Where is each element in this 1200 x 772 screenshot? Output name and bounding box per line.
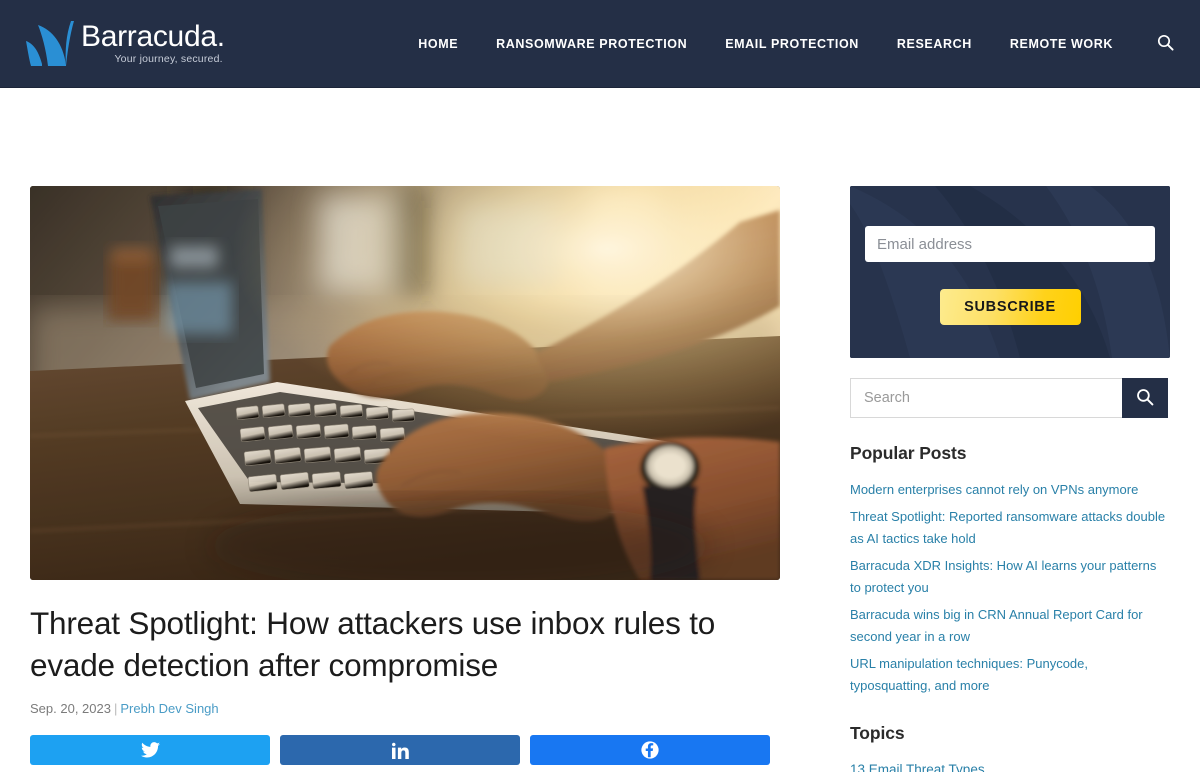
share-facebook-button[interactable] <box>530 735 770 765</box>
subscribe-widget: SUBSCRIBE <box>850 186 1170 358</box>
brand-tagline: Your journey, secured. <box>114 53 223 65</box>
topics-title: Topics <box>850 722 905 743</box>
brand-name: Barracuda. <box>81 20 225 53</box>
article-byline: Sep. 20, 2023 | Prebh Dev Singh <box>30 700 780 717</box>
popular-posts-title: Popular Posts <box>850 443 967 463</box>
main-navigation: HOME RANSOMWARE PROTECTION EMAIL PROTECT… <box>399 0 1200 87</box>
email-field[interactable] <box>865 226 1155 262</box>
sidebar-search <box>850 378 1168 418</box>
list-item[interactable]: Barracuda XDR Insights: How AI learns yo… <box>850 555 1170 600</box>
article-author-link[interactable]: Prebh Dev Singh <box>120 701 218 716</box>
nav-item-ransomware-protection[interactable]: RANSOMWARE PROTECTION <box>477 37 706 51</box>
topics-list: 13 Email Threat Types <box>850 759 1170 772</box>
hero-illustration <box>30 186 780 580</box>
linkedin-icon <box>391 742 409 759</box>
list-item[interactable]: Threat Spotlight: Reported ransomware at… <box>850 506 1170 551</box>
list-item[interactable]: Modern enterprises cannot rely on VPNs a… <box>850 479 1170 502</box>
list-item[interactable]: Barracuda wins big in CRN Annual Report … <box>850 604 1170 649</box>
page-content: Threat Spotlight: How attackers use inbo… <box>0 88 1200 772</box>
nav-item-research[interactable]: RESEARCH <box>878 37 991 51</box>
popular-posts-list: Modern enterprises cannot rely on VPNs a… <box>850 479 1170 698</box>
social-share-bar <box>30 735 780 765</box>
article-date: Sep. 20, 2023 <box>30 701 111 716</box>
search-icon <box>1157 34 1174 54</box>
nav-item-email-protection[interactable]: EMAIL PROTECTION <box>706 37 878 51</box>
barracuda-wave-icon <box>22 19 76 69</box>
site-header: Barracuda. Your journey, secured. HOME R… <box>0 0 1200 88</box>
article-column: Threat Spotlight: How attackers use inbo… <box>30 88 780 772</box>
search-submit-button[interactable] <box>1122 378 1168 418</box>
subscribe-button[interactable]: SUBSCRIBE <box>939 289 1081 325</box>
header-search-button[interactable] <box>1154 33 1176 55</box>
list-item[interactable]: 13 Email Threat Types <box>850 759 1170 772</box>
share-twitter-button[interactable] <box>30 735 270 765</box>
article-title: Threat Spotlight: How attackers use inbo… <box>30 605 716 683</box>
share-linkedin-button[interactable] <box>280 735 520 765</box>
article-hero-image <box>30 186 780 580</box>
brand-wordmark: Barracuda. Your journey, secured. <box>81 21 225 66</box>
facebook-icon <box>641 741 659 759</box>
byline-separator: | <box>113 701 118 716</box>
brand-logo[interactable]: Barracuda. Your journey, secured. <box>22 14 225 74</box>
list-item[interactable]: URL manipulation techniques: Punycode, t… <box>850 653 1170 698</box>
search-icon <box>1136 388 1154 409</box>
nav-item-remote-work[interactable]: REMOTE WORK <box>991 37 1132 51</box>
twitter-icon <box>140 742 160 758</box>
nav-item-home[interactable]: HOME <box>399 37 477 51</box>
search-input[interactable] <box>850 378 1122 418</box>
sidebar: SUBSCRIBE Popular Posts Modern enterpris… <box>850 88 1170 772</box>
